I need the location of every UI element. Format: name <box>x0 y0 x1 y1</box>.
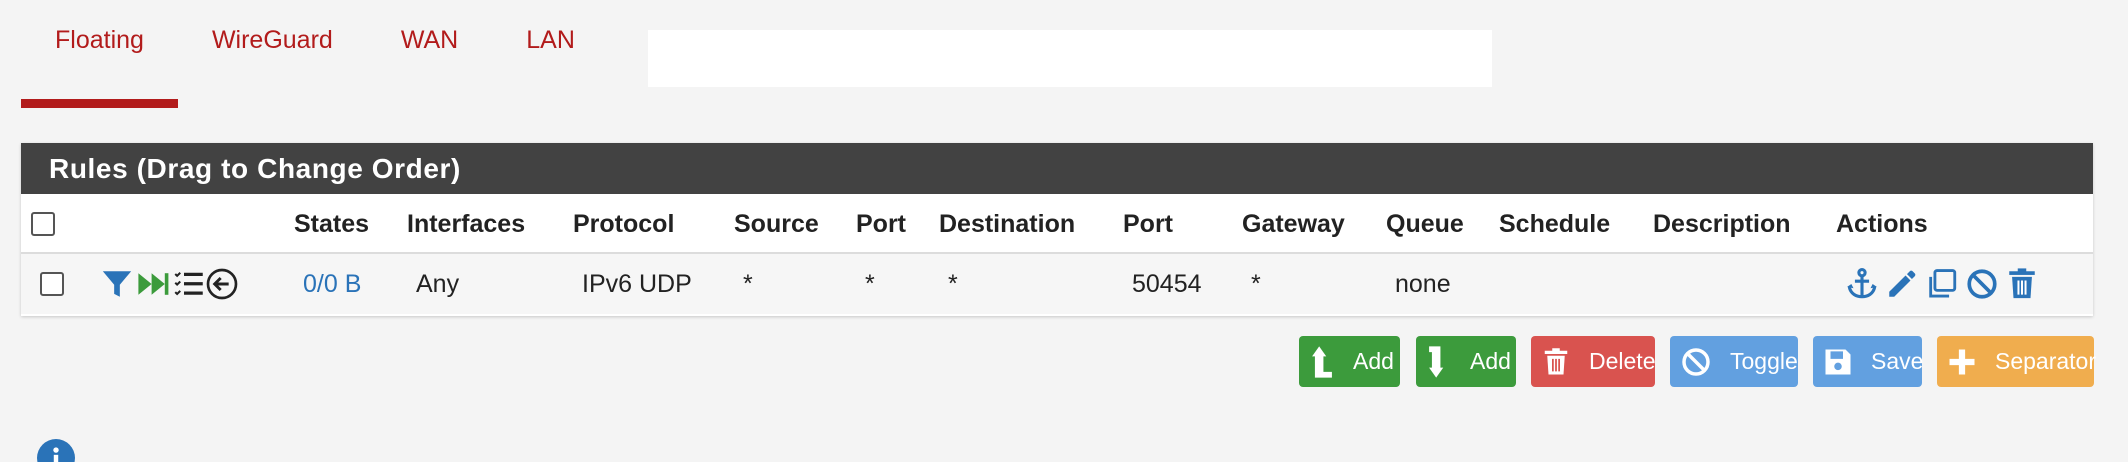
trash-icon[interactable] <box>2005 267 2039 301</box>
save-label: Save <box>1871 348 1924 374</box>
row-actions <box>1845 254 2039 314</box>
arrow-down-icon <box>1426 345 1452 379</box>
cell-interfaces: Any <box>416 269 460 298</box>
toggle-button[interactable]: Toggle <box>1670 336 1798 387</box>
edit-icon[interactable] <box>1885 267 1919 301</box>
direction-in-icon <box>206 268 238 300</box>
floppy-icon <box>1823 347 1853 377</box>
plus-icon <box>1947 347 1977 377</box>
tab-wireguard[interactable]: WireGuard <box>178 0 367 94</box>
save-button[interactable]: Save <box>1813 336 1924 387</box>
header-gateway[interactable]: Gateway <box>1242 194 1345 254</box>
fast-forward-icon <box>136 269 172 299</box>
add-bottom-button[interactable]: Add <box>1416 336 1516 387</box>
panel-title: Rules (Drag to Change Order) <box>21 143 2093 194</box>
cell-queue: none <box>1395 269 1451 298</box>
row-select-cell <box>40 254 64 314</box>
cell-source-port: * <box>865 269 875 298</box>
cell-destination: * <box>948 269 958 298</box>
disable-icon[interactable] <box>1965 267 1999 301</box>
add-top-label: Add <box>1353 348 1394 374</box>
header-dest-port[interactable]: Port <box>1123 194 1173 254</box>
table-row[interactable]: 0/0 B Any IPv6 UDP * * * 50454 * none <box>21 254 2093 314</box>
header-source[interactable]: Source <box>734 194 819 254</box>
info-icon[interactable] <box>37 439 75 462</box>
toggle-label: Toggle <box>1730 348 1798 374</box>
select-all-cell <box>31 194 55 254</box>
header-states[interactable]: States <box>294 194 369 254</box>
header-source-port[interactable]: Port <box>856 194 906 254</box>
cell-source: * <box>743 269 753 298</box>
trash-icon <box>1541 346 1571 378</box>
interface-tabs: Floating WireGuard WAN LAN <box>21 0 609 108</box>
arrow-up-icon <box>1309 345 1335 379</box>
cell-protocol: IPv6 UDP <box>582 269 692 298</box>
rules-panel: Rules (Drag to Change Order) States Inte… <box>21 143 2093 316</box>
header-actions: Actions <box>1836 209 1928 238</box>
select-all-checkbox[interactable] <box>31 212 55 236</box>
anchor-icon[interactable] <box>1845 267 1879 301</box>
tab-lan[interactable]: LAN <box>492 0 609 94</box>
tab-floating[interactable]: Floating <box>21 0 178 108</box>
header-schedule[interactable]: Schedule <box>1499 194 1610 254</box>
states-link[interactable]: 0/0 B <box>303 254 361 314</box>
header-destination[interactable]: Destination <box>939 194 1075 254</box>
delete-label: Delete <box>1589 348 1656 374</box>
header-description[interactable]: Description <box>1653 194 1791 254</box>
table-header: States Interfaces Protocol Source Port D… <box>21 194 2093 254</box>
row-checkbox[interactable] <box>40 272 64 296</box>
tab-wan[interactable]: WAN <box>367 0 492 94</box>
header-queue[interactable]: Queue <box>1386 194 1464 254</box>
tab-bar-filler <box>648 30 1492 87</box>
list-icon <box>174 269 204 299</box>
disable-icon <box>1680 346 1712 378</box>
delete-button[interactable]: Delete <box>1531 336 1655 387</box>
separator-label: Separator <box>1995 348 2097 374</box>
add-bottom-label: Add <box>1470 348 1511 374</box>
rule-type-icons <box>100 254 238 314</box>
separator-button[interactable]: Separator <box>1937 336 2097 387</box>
filter-icon <box>100 267 134 301</box>
header-protocol[interactable]: Protocol <box>573 194 674 254</box>
header-interfaces[interactable]: Interfaces <box>407 194 525 254</box>
add-top-button[interactable]: Add <box>1299 336 1400 387</box>
copy-icon[interactable] <box>1925 267 1959 301</box>
cell-gateway: * <box>1251 269 1261 298</box>
cell-dest-port: 50454 <box>1132 269 1202 298</box>
